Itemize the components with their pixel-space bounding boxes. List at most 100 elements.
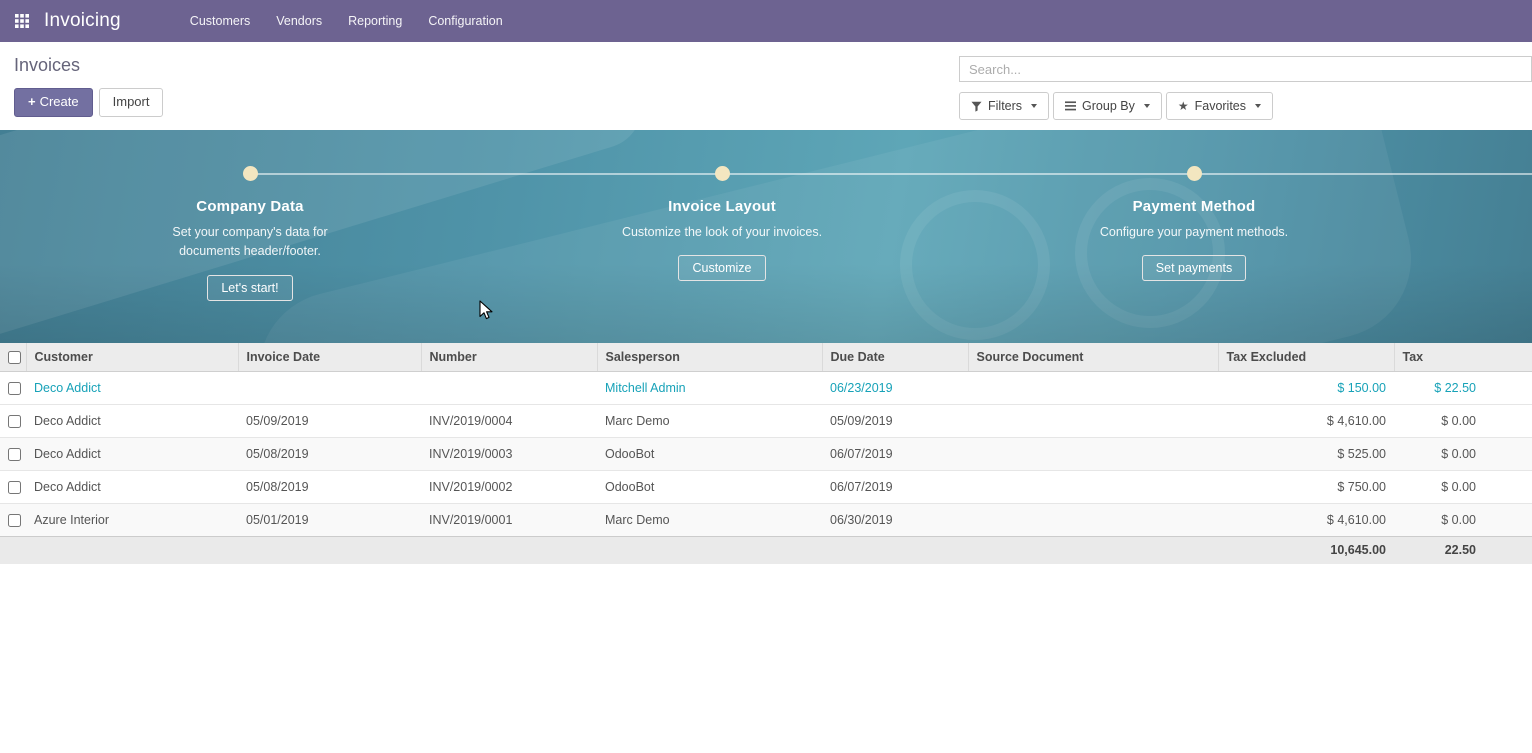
import-button[interactable]: Import — [99, 88, 164, 117]
group-by-list-icon — [1065, 101, 1076, 111]
progress-dot-icon — [1187, 166, 1202, 181]
col-header-tax-excluded[interactable]: Tax Excluded — [1218, 343, 1394, 371]
cell-invoice-date: 05/09/2019 — [238, 404, 421, 437]
cell-invoice-date: 05/08/2019 — [238, 470, 421, 503]
row-checkbox[interactable] — [8, 382, 21, 395]
cell-source-document — [968, 437, 1218, 470]
col-header-invoice-date[interactable]: Invoice Date — [238, 343, 421, 371]
cell-salesperson: Marc Demo — [597, 503, 822, 536]
cell-customer: Deco Addict — [26, 470, 238, 503]
cell-source-document — [968, 503, 1218, 536]
cell-tax-excluded: $ 4,610.00 — [1218, 404, 1394, 437]
invoice-list-table: Customer Invoice Date Number Salesperson… — [0, 343, 1532, 564]
create-button-label: Create — [40, 94, 79, 109]
onboarding-step-company-data: Company Data Set your company's data for… — [110, 166, 390, 301]
row-checkbox[interactable] — [8, 481, 21, 494]
row-checkbox[interactable] — [8, 514, 21, 527]
table-row[interactable]: Deco Addict 05/08/2019 INV/2019/0003 Odo… — [0, 437, 1532, 470]
chevron-down-icon — [1144, 104, 1150, 108]
set-payments-button[interactable]: Set payments — [1142, 255, 1246, 281]
col-header-salesperson[interactable]: Salesperson — [597, 343, 822, 371]
cell-salesperson: OdooBot — [597, 470, 822, 503]
row-checkbox[interactable] — [8, 448, 21, 461]
group-by-button[interactable]: Group By — [1053, 92, 1162, 120]
cell-salesperson: OdooBot — [597, 437, 822, 470]
cell-source-document — [968, 470, 1218, 503]
page-title: Invoices — [14, 55, 163, 76]
cell-tax: $ 0.00 — [1394, 503, 1532, 536]
cell-number: INV/2019/0004 — [421, 404, 597, 437]
footer-spacer — [0, 536, 1218, 564]
table-footer-row: 10,645.00 22.50 — [0, 536, 1532, 564]
cell-tax-excluded: $ 150.00 — [1218, 371, 1394, 404]
nav-vendors[interactable]: Vendors — [263, 0, 335, 42]
cell-tax-excluded: $ 525.00 — [1218, 437, 1394, 470]
cell-due-date: 06/07/2019 — [822, 437, 968, 470]
col-header-number[interactable]: Number — [421, 343, 597, 371]
step-description: Set your company's data for documents he… — [144, 223, 356, 262]
cell-customer: Deco Addict — [26, 437, 238, 470]
step-description: Configure your payment methods. — [1100, 223, 1288, 242]
table-row[interactable]: Azure Interior 05/01/2019 INV/2019/0001 … — [0, 503, 1532, 536]
cell-due-date: 06/23/2019 — [822, 371, 968, 404]
nav-reporting[interactable]: Reporting — [335, 0, 415, 42]
col-header-tax[interactable]: Tax — [1394, 343, 1532, 371]
main-menu: Customers Vendors Reporting Configuratio… — [177, 0, 516, 42]
progress-dot-icon — [715, 166, 730, 181]
cell-number: INV/2019/0003 — [421, 437, 597, 470]
cell-tax-excluded: $ 4,610.00 — [1218, 503, 1394, 536]
cell-due-date: 05/09/2019 — [822, 404, 968, 437]
cell-number: INV/2019/0001 — [421, 503, 597, 536]
onboarding-step-invoice-layout: Invoice Layout Customize the look of you… — [582, 166, 862, 281]
favorites-button[interactable]: ★ Favorites — [1166, 92, 1273, 120]
total-tax: 22.50 — [1394, 536, 1532, 564]
cell-invoice-date: 05/01/2019 — [238, 503, 421, 536]
filters-button-label: Filters — [988, 99, 1022, 113]
cell-tax: $ 0.00 — [1394, 437, 1532, 470]
cell-salesperson: Mitchell Admin — [597, 371, 822, 404]
top-navbar: Invoicing Customers Vendors Reporting Co… — [0, 0, 1532, 42]
table-row[interactable]: Deco Addict 05/08/2019 INV/2019/0002 Odo… — [0, 470, 1532, 503]
step-description: Customize the look of your invoices. — [622, 223, 822, 242]
filters-button[interactable]: Filters — [959, 92, 1049, 120]
cell-tax: $ 22.50 — [1394, 371, 1532, 404]
progress-dot-icon — [243, 166, 258, 181]
customize-button[interactable]: Customize — [678, 255, 765, 281]
cell-salesperson: Marc Demo — [597, 404, 822, 437]
cell-number: INV/2019/0002 — [421, 470, 597, 503]
funnel-icon — [971, 101, 982, 112]
search-options-bar: Filters Group By ★ Favorites — [959, 92, 1532, 120]
cell-invoice-date — [238, 371, 421, 404]
cell-due-date: 06/07/2019 — [822, 470, 968, 503]
onboarding-step-payment-method: Payment Method Configure your payment me… — [1054, 166, 1334, 281]
nav-customers[interactable]: Customers — [177, 0, 263, 42]
table-row[interactable]: Deco Addict 05/09/2019 INV/2019/0004 Mar… — [0, 404, 1532, 437]
create-button[interactable]: +Create — [14, 88, 93, 117]
search-input[interactable] — [959, 56, 1532, 82]
total-tax-excluded: 10,645.00 — [1218, 536, 1394, 564]
cell-customer: Deco Addict — [26, 404, 238, 437]
lets-start-button[interactable]: Let's start! — [207, 275, 292, 301]
step-title: Invoice Layout — [668, 198, 776, 215]
col-header-due-date[interactable]: Due Date — [822, 343, 968, 371]
table-row[interactable]: Deco Addict Mitchell Admin 06/23/2019 $ … — [0, 371, 1532, 404]
cell-tax-excluded: $ 750.00 — [1218, 470, 1394, 503]
star-icon: ★ — [1178, 100, 1189, 112]
control-panel: Invoices +Create Import Filters Group By — [0, 42, 1532, 130]
select-all-checkbox[interactable] — [8, 351, 21, 364]
cell-tax: $ 0.00 — [1394, 470, 1532, 503]
cell-customer: Azure Interior — [26, 503, 238, 536]
apps-menu-button[interactable] — [8, 7, 36, 35]
col-header-source-document[interactable]: Source Document — [968, 343, 1218, 371]
cell-tax: $ 0.00 — [1394, 404, 1532, 437]
row-checkbox[interactable] — [8, 415, 21, 428]
nav-configuration[interactable]: Configuration — [415, 0, 515, 42]
cell-customer: Deco Addict — [26, 371, 238, 404]
apps-grid-icon — [15, 14, 29, 28]
table-header-row: Customer Invoice Date Number Salesperson… — [0, 343, 1532, 371]
step-title: Payment Method — [1133, 198, 1256, 215]
onboarding-banner: Company Data Set your company's data for… — [0, 130, 1532, 343]
app-title[interactable]: Invoicing — [44, 10, 121, 32]
chevron-down-icon — [1255, 104, 1261, 108]
col-header-customer[interactable]: Customer — [26, 343, 238, 371]
